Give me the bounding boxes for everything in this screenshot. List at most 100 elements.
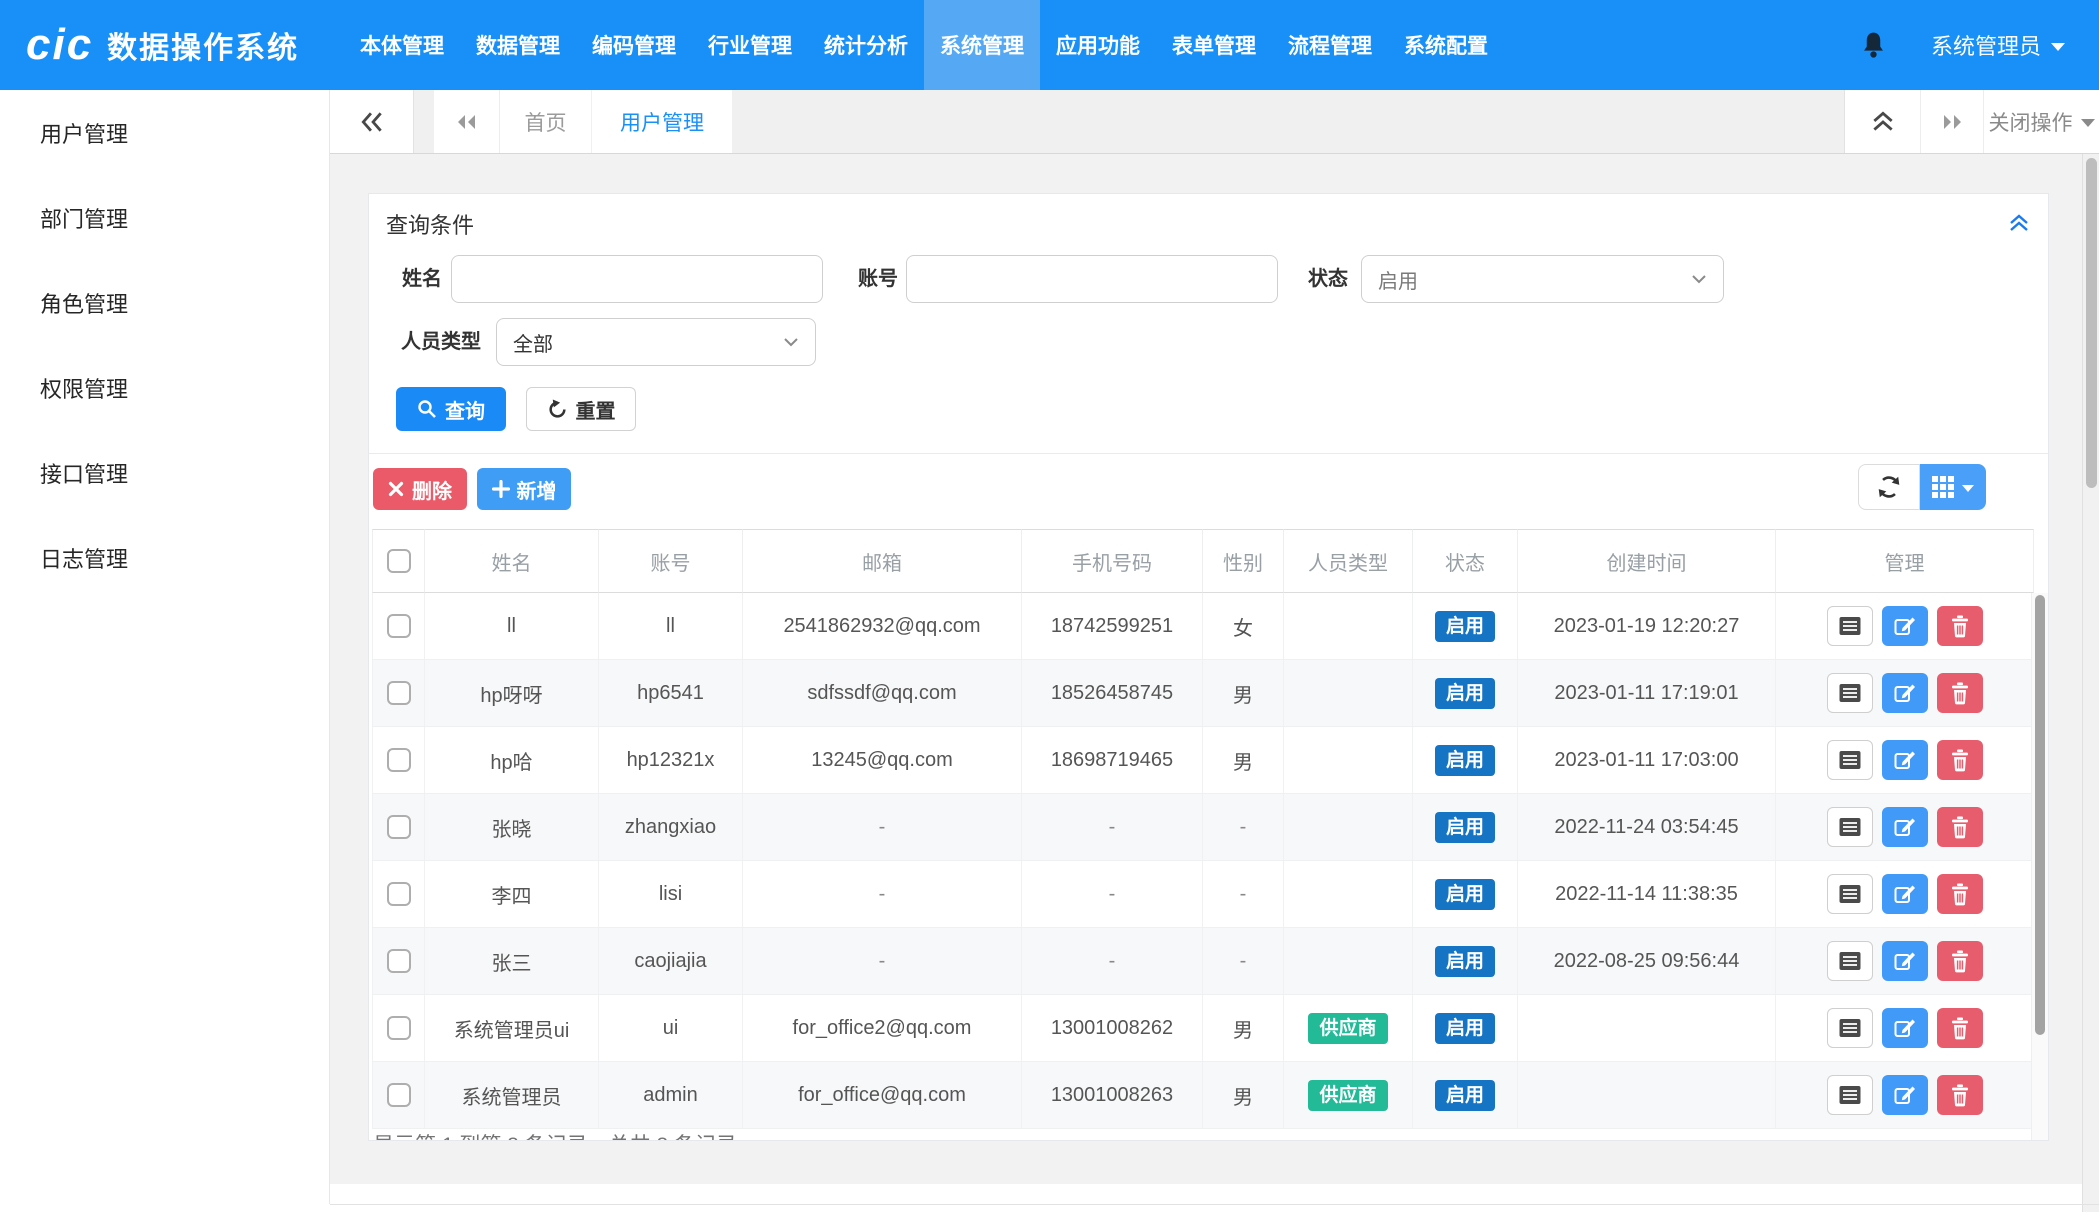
- status-select[interactable]: 启用: [1361, 255, 1724, 303]
- notification-bell-icon[interactable]: [1860, 30, 1887, 61]
- header-checkbox-cell: [372, 529, 425, 593]
- status-badge: 启用: [1435, 946, 1495, 977]
- row-checkbox[interactable]: [387, 1083, 411, 1107]
- row-delete-button[interactable]: [1937, 606, 1983, 646]
- search-button[interactable]: 查询: [396, 387, 506, 431]
- add-button[interactable]: 新增: [477, 468, 571, 510]
- row-delete-button[interactable]: [1937, 1075, 1983, 1115]
- nav-item-统计分析[interactable]: 统计分析: [808, 0, 924, 90]
- columns-dropdown-button[interactable]: [1920, 464, 1986, 510]
- row-checkbox[interactable]: [387, 681, 411, 705]
- sidebar-item-日志管理[interactable]: 日志管理: [0, 515, 329, 600]
- tab-home[interactable]: 首页: [500, 90, 592, 153]
- delete-button[interactable]: 删除: [373, 468, 467, 510]
- row-detail-button[interactable]: [1827, 941, 1873, 981]
- row-detail-button[interactable]: [1827, 740, 1873, 780]
- sidebar-item-用户管理[interactable]: 用户管理: [0, 90, 329, 175]
- nav-item-应用功能[interactable]: 应用功能: [1040, 0, 1156, 90]
- reset-button[interactable]: 重置: [526, 387, 636, 431]
- status-badge: 启用: [1435, 812, 1495, 843]
- row-edit-button[interactable]: [1882, 606, 1928, 646]
- cell-account: admin: [599, 1062, 743, 1129]
- cell-gender: 男: [1203, 1062, 1284, 1129]
- sidebar-item-部门管理[interactable]: 部门管理: [0, 175, 329, 260]
- refresh-button[interactable]: [1858, 464, 1920, 510]
- row-delete-button[interactable]: [1937, 941, 1983, 981]
- nav-item-编码管理[interactable]: 编码管理: [576, 0, 692, 90]
- close-operations-dropdown[interactable]: 关闭操作: [1983, 90, 2099, 153]
- row-checkbox[interactable]: [387, 614, 411, 638]
- edit-icon: [1894, 883, 1916, 905]
- row-edit-button[interactable]: [1882, 807, 1928, 847]
- header-邮箱: 邮箱: [743, 529, 1022, 593]
- row-delete-button[interactable]: [1937, 807, 1983, 847]
- row-checkbox[interactable]: [387, 882, 411, 906]
- tab-user-management[interactable]: 用户管理: [592, 90, 732, 153]
- cell-email: for_office2@qq.com: [743, 995, 1022, 1062]
- nav-item-表单管理[interactable]: 表单管理: [1156, 0, 1272, 90]
- detail-icon: [1838, 683, 1862, 703]
- trash-icon: [1950, 816, 1970, 839]
- cell-manage: [1776, 928, 2034, 995]
- row-detail-button[interactable]: [1827, 673, 1873, 713]
- row-detail-button[interactable]: [1827, 606, 1873, 646]
- row-detail-button[interactable]: [1827, 1075, 1873, 1115]
- cell-status: 启用: [1413, 928, 1518, 995]
- edit-icon: [1894, 1084, 1916, 1106]
- app-title: 数据操作系统: [107, 23, 299, 67]
- row-checkbox[interactable]: [387, 815, 411, 839]
- row-detail-button[interactable]: [1827, 807, 1873, 847]
- sidebar-collapse-button[interactable]: [330, 90, 414, 153]
- status-badge: 启用: [1435, 1013, 1495, 1044]
- sidebar-item-权限管理[interactable]: 权限管理: [0, 345, 329, 430]
- nav-item-流程管理[interactable]: 流程管理: [1272, 0, 1388, 90]
- user-menu[interactable]: 系统管理员: [1931, 29, 2065, 61]
- app-logo: cic 数据操作系统: [0, 0, 330, 90]
- account-input[interactable]: [906, 255, 1278, 303]
- person-type-select[interactable]: 全部: [496, 318, 816, 366]
- row-delete-button[interactable]: [1937, 874, 1983, 914]
- row-delete-button[interactable]: [1937, 1008, 1983, 1048]
- row-edit-button[interactable]: [1882, 673, 1928, 713]
- tab-user-management-label: 用户管理: [620, 107, 704, 137]
- row-delete-button[interactable]: [1937, 673, 1983, 713]
- reset-icon: [547, 399, 568, 420]
- detail-icon: [1838, 750, 1862, 770]
- select-all-checkbox[interactable]: [387, 549, 411, 573]
- page-scrollbar-thumb[interactable]: [2086, 158, 2097, 488]
- row-edit-button[interactable]: [1882, 740, 1928, 780]
- nav-item-数据管理[interactable]: 数据管理: [460, 0, 576, 90]
- row-edit-button[interactable]: [1882, 1008, 1928, 1048]
- row-checkbox[interactable]: [387, 949, 411, 973]
- table-scrollbar-thumb[interactable]: [2035, 595, 2045, 1035]
- nav-item-行业管理[interactable]: 行业管理: [692, 0, 808, 90]
- cell-email: 13245@qq.com: [743, 727, 1022, 794]
- row-checkbox[interactable]: [387, 1016, 411, 1040]
- sidebar-item-角色管理[interactable]: 角色管理: [0, 260, 329, 345]
- query-collapse-button[interactable]: [2008, 212, 2030, 239]
- cell-created-time: 2022-11-14 11:38:35: [1518, 861, 1776, 928]
- row-checkbox-cell: [372, 928, 425, 995]
- nav-item-本体管理[interactable]: 本体管理: [344, 0, 460, 90]
- row-delete-button[interactable]: [1937, 740, 1983, 780]
- status-badge: 启用: [1435, 1080, 1495, 1111]
- tabs-scroll-right-button[interactable]: [1920, 90, 1983, 153]
- row-detail-button[interactable]: [1827, 1008, 1873, 1048]
- name-input[interactable]: [451, 255, 823, 303]
- row-edit-button[interactable]: [1882, 874, 1928, 914]
- row-edit-button[interactable]: [1882, 941, 1928, 981]
- nav-item-系统管理[interactable]: 系统管理: [924, 0, 1040, 90]
- row-edit-button[interactable]: [1882, 1075, 1928, 1115]
- edit-icon: [1894, 950, 1916, 972]
- nav-item-系统配置[interactable]: 系统配置: [1388, 0, 1504, 90]
- cell-manage: [1776, 861, 2034, 928]
- row-detail-button[interactable]: [1827, 874, 1873, 914]
- cell-email: -: [743, 794, 1022, 861]
- row-checkbox[interactable]: [387, 748, 411, 772]
- table-row: 系统管理员uiuifor_office2@qq.com13001008262男供…: [372, 995, 2034, 1062]
- sidebar-item-接口管理[interactable]: 接口管理: [0, 430, 329, 515]
- double-chevron-left-icon: [359, 109, 385, 135]
- edit-icon: [1894, 749, 1916, 771]
- tabs-scroll-left-button[interactable]: [434, 90, 500, 153]
- tabs-collapse-up-button[interactable]: [1844, 90, 1920, 153]
